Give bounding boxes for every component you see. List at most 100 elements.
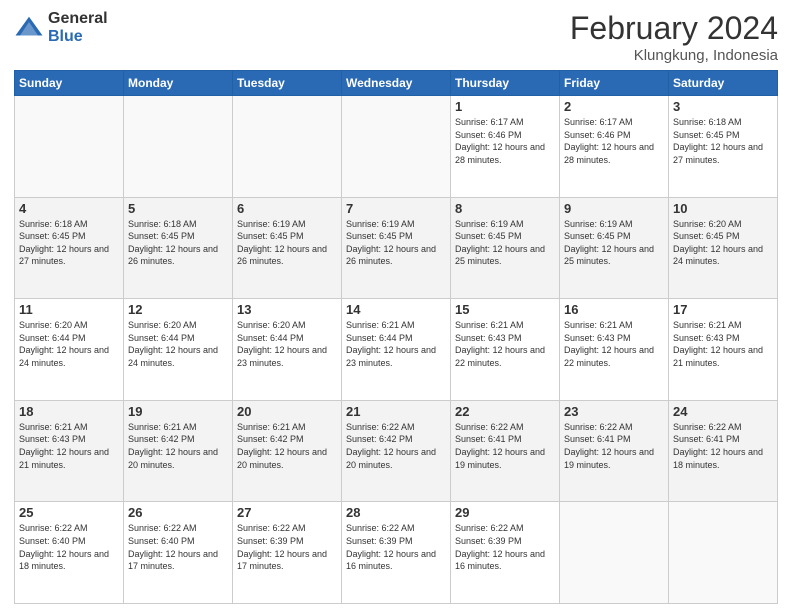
- day-number: 25: [19, 505, 119, 520]
- day-number: 13: [237, 302, 337, 317]
- day-number: 21: [346, 404, 446, 419]
- day-info: Sunrise: 6:22 AM Sunset: 6:40 PM Dayligh…: [19, 522, 119, 572]
- day-number: 4: [19, 201, 119, 216]
- day-number: 5: [128, 201, 228, 216]
- calendar-week-row: 25 Sunrise: 6:22 AM Sunset: 6:40 PM Dayli…: [15, 502, 778, 604]
- weekday-header-row: Sunday Monday Tuesday Wednesday Thursday…: [15, 71, 778, 96]
- day-number: 10: [673, 201, 773, 216]
- day-info: Sunrise: 6:17 AM Sunset: 6:46 PM Dayligh…: [564, 116, 664, 166]
- table-row: 16 Sunrise: 6:21 AM Sunset: 6:43 PM Dayli…: [560, 299, 669, 401]
- day-info: Sunrise: 6:22 AM Sunset: 6:39 PM Dayligh…: [237, 522, 337, 572]
- table-row: [669, 502, 778, 604]
- day-number: 23: [564, 404, 664, 419]
- day-info: Sunrise: 6:19 AM Sunset: 6:45 PM Dayligh…: [237, 218, 337, 268]
- day-info: Sunrise: 6:21 AM Sunset: 6:43 PM Dayligh…: [564, 319, 664, 369]
- table-row: 4 Sunrise: 6:18 AM Sunset: 6:45 PM Daylig…: [15, 197, 124, 299]
- table-row: 27 Sunrise: 6:22 AM Sunset: 6:39 PM Dayli…: [233, 502, 342, 604]
- table-row: 14 Sunrise: 6:21 AM Sunset: 6:44 PM Dayli…: [342, 299, 451, 401]
- day-number: 11: [19, 302, 119, 317]
- table-row: 23 Sunrise: 6:22 AM Sunset: 6:41 PM Dayli…: [560, 400, 669, 502]
- day-number: 20: [237, 404, 337, 419]
- day-info: Sunrise: 6:19 AM Sunset: 6:45 PM Dayligh…: [346, 218, 446, 268]
- day-number: 16: [564, 302, 664, 317]
- table-row: [560, 502, 669, 604]
- day-number: 19: [128, 404, 228, 419]
- table-row: 1 Sunrise: 6:17 AM Sunset: 6:46 PM Daylig…: [451, 96, 560, 198]
- table-row: 8 Sunrise: 6:19 AM Sunset: 6:45 PM Daylig…: [451, 197, 560, 299]
- day-number: 14: [346, 302, 446, 317]
- day-number: 9: [564, 201, 664, 216]
- header: General Blue February 2024 Klungkung, In…: [14, 10, 778, 64]
- table-row: 29 Sunrise: 6:22 AM Sunset: 6:39 PM Dayli…: [451, 502, 560, 604]
- logo: General Blue: [14, 10, 108, 45]
- table-row: 15 Sunrise: 6:21 AM Sunset: 6:43 PM Dayli…: [451, 299, 560, 401]
- table-row: 5 Sunrise: 6:18 AM Sunset: 6:45 PM Daylig…: [124, 197, 233, 299]
- day-number: 27: [237, 505, 337, 520]
- day-info: Sunrise: 6:22 AM Sunset: 6:41 PM Dayligh…: [564, 421, 664, 471]
- table-row: 19Sunrise: 6:21 AM Sunset: 6:42 PM Dayli…: [124, 400, 233, 502]
- subtitle: Klungkung, Indonesia: [570, 47, 778, 64]
- header-monday: Monday: [124, 71, 233, 96]
- day-info: Sunrise: 6:18 AM Sunset: 6:45 PM Dayligh…: [19, 218, 119, 268]
- table-row: 20Sunrise: 6:21 AM Sunset: 6:42 PM Dayli…: [233, 400, 342, 502]
- header-friday: Friday: [560, 71, 669, 96]
- table-row: 21 Sunrise: 6:22 AM Sunset: 6:42 PM Dayli…: [342, 400, 451, 502]
- day-info: Sunrise: 6:22 AM Sunset: 6:41 PM Dayligh…: [673, 421, 773, 471]
- header-tuesday: Tuesday: [233, 71, 342, 96]
- table-row: 26 Sunrise: 6:22 AM Sunset: 6:40 PM Dayli…: [124, 502, 233, 604]
- day-info: Sunrise: 6:22 AM Sunset: 6:39 PM Dayligh…: [346, 522, 446, 572]
- logo-icon: [14, 13, 44, 43]
- day-info: Sunrise: 6:20 AM Sunset: 6:44 PM Dayligh…: [128, 319, 228, 369]
- table-row: 2Sunrise: 6:17 AM Sunset: 6:46 PM Daylig…: [560, 96, 669, 198]
- day-number: 17: [673, 302, 773, 317]
- page: General Blue February 2024 Klungkung, In…: [0, 0, 792, 612]
- header-thursday: Thursday: [451, 71, 560, 96]
- table-row: 10 Sunrise: 6:20 AM Sunset: 6:45 PM Dayli…: [669, 197, 778, 299]
- logo-general: General: [48, 10, 108, 28]
- day-info: Sunrise: 6:20 AM Sunset: 6:45 PM Dayligh…: [673, 218, 773, 268]
- logo-text: General Blue: [48, 10, 108, 45]
- day-number: 7: [346, 201, 446, 216]
- logo-blue: Blue: [48, 28, 108, 46]
- day-info: Sunrise: 6:21 AM Sunset: 6:43 PM Dayligh…: [19, 421, 119, 471]
- day-number: 26: [128, 505, 228, 520]
- day-info: Sunrise: 6:20 AM Sunset: 6:44 PM Dayligh…: [19, 319, 119, 369]
- day-info: Sunrise: 6:22 AM Sunset: 6:42 PM Dayligh…: [346, 421, 446, 471]
- day-number: 8: [455, 201, 555, 216]
- table-row: 3Sunrise: 6:18 AM Sunset: 6:45 PM Daylig…: [669, 96, 778, 198]
- day-number: 6: [237, 201, 337, 216]
- table-row: 6 Sunrise: 6:19 AM Sunset: 6:45 PM Daylig…: [233, 197, 342, 299]
- main-title: February 2024: [570, 10, 778, 47]
- table-row: 17 Sunrise: 6:21 AM Sunset: 6:43 PM Dayli…: [669, 299, 778, 401]
- day-info: Sunrise: 6:19 AM Sunset: 6:45 PM Dayligh…: [455, 218, 555, 268]
- day-number: 15: [455, 302, 555, 317]
- table-row: [342, 96, 451, 198]
- day-info: Sunrise: 6:21 AM Sunset: 6:43 PM Dayligh…: [673, 319, 773, 369]
- day-info: Sunrise: 6:21 AM Sunset: 6:44 PM Dayligh…: [346, 319, 446, 369]
- calendar-table: Sunday Monday Tuesday Wednesday Thursday…: [14, 70, 778, 604]
- header-wednesday: Wednesday: [342, 71, 451, 96]
- table-row: 7 Sunrise: 6:19 AM Sunset: 6:45 PM Daylig…: [342, 197, 451, 299]
- day-info: Sunrise: 6:19 AM Sunset: 6:45 PM Dayligh…: [564, 218, 664, 268]
- calendar-week-row: 1 Sunrise: 6:17 AM Sunset: 6:46 PM Daylig…: [15, 96, 778, 198]
- header-sunday: Sunday: [15, 71, 124, 96]
- table-row: 24Sunrise: 6:22 AM Sunset: 6:41 PM Dayli…: [669, 400, 778, 502]
- table-row: 22Sunrise: 6:22 AM Sunset: 6:41 PM Dayli…: [451, 400, 560, 502]
- day-info: Sunrise: 6:22 AM Sunset: 6:40 PM Dayligh…: [128, 522, 228, 572]
- day-info: Sunrise: 6:21 AM Sunset: 6:43 PM Dayligh…: [455, 319, 555, 369]
- day-info: Sunrise: 6:22 AM Sunset: 6:41 PM Dayligh…: [455, 421, 555, 471]
- day-info: Sunrise: 6:22 AM Sunset: 6:39 PM Dayligh…: [455, 522, 555, 572]
- day-info: Sunrise: 6:17 AM Sunset: 6:46 PM Dayligh…: [455, 116, 555, 166]
- table-row: [15, 96, 124, 198]
- table-row: 13 Sunrise: 6:20 AM Sunset: 6:44 PM Dayli…: [233, 299, 342, 401]
- table-row: 11 Sunrise: 6:20 AM Sunset: 6:44 PM Dayli…: [15, 299, 124, 401]
- day-number: 29: [455, 505, 555, 520]
- day-info: Sunrise: 6:18 AM Sunset: 6:45 PM Dayligh…: [128, 218, 228, 268]
- day-number: 1: [455, 99, 555, 114]
- table-row: [124, 96, 233, 198]
- header-saturday: Saturday: [669, 71, 778, 96]
- day-info: Sunrise: 6:20 AM Sunset: 6:44 PM Dayligh…: [237, 319, 337, 369]
- day-number: 18: [19, 404, 119, 419]
- title-block: February 2024 Klungkung, Indonesia: [570, 10, 778, 64]
- day-number: 28: [346, 505, 446, 520]
